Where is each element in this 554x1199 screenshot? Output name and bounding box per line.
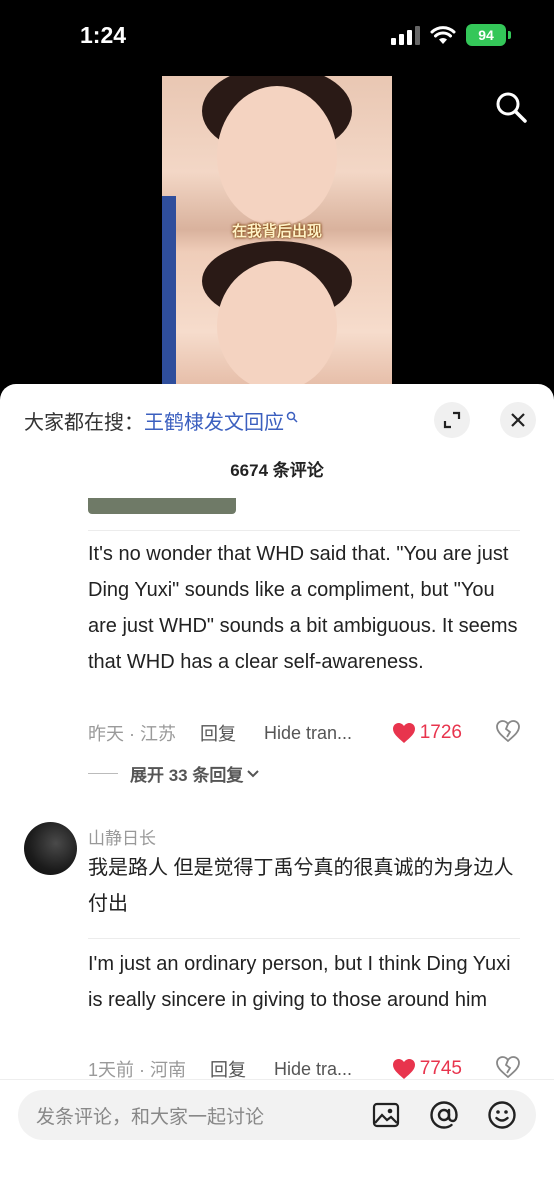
comment-input-bar: 发条评论，和大家一起讨论 [0, 1079, 554, 1199]
comment-count: 6674 条评论 [230, 461, 324, 480]
comment-meta: 昨天 · 江苏 回复 Hide tran... 1726 [88, 718, 520, 748]
expand-replies-label: 展开 33 条回复 [130, 766, 244, 785]
dislike-button[interactable] [496, 719, 520, 747]
like-count: 1726 [419, 722, 462, 743]
heart-icon [392, 1059, 415, 1079]
hot-search-prefix: 大家都在搜： [24, 412, 144, 434]
video-area[interactable]: 在我背后出现 [0, 70, 554, 396]
comment-input[interactable]: 发条评论，和大家一起讨论 [18, 1090, 536, 1140]
wifi-icon [430, 26, 456, 44]
comment-image[interactable] [88, 498, 236, 514]
comment-time-location: 1天前 · 河南 [88, 1060, 187, 1079]
reply-button[interactable]: 回复 [210, 1056, 246, 1079]
search-icon [286, 411, 298, 423]
image-button[interactable] [370, 1099, 402, 1131]
video-thumbnail[interactable]: 在我背后出现 [162, 76, 392, 396]
expand-replies-button[interactable]: 展开 33 条回复 [88, 761, 260, 786]
status-time: 1:24 [80, 22, 127, 48]
like-count: 7745 [419, 1058, 462, 1079]
divider [88, 938, 520, 939]
expand-button[interactable] [434, 402, 470, 438]
cellular-signal-icon [391, 25, 420, 45]
comments-sheet: 大家都在搜： 王鹤棣发文回应 6674 条评论 It's no wonder t… [0, 384, 554, 1199]
dislike-button[interactable] [496, 1055, 520, 1080]
at-icon [430, 1101, 458, 1129]
heart-icon [392, 723, 415, 743]
expand-icon [443, 411, 461, 429]
search-icon[interactable] [494, 90, 528, 124]
like-button[interactable]: 1726 [392, 722, 462, 744]
status-icons: 94 [391, 24, 511, 46]
avatar[interactable] [24, 822, 77, 875]
comment-list[interactable]: It's no wonder that WHD said that. "You … [0, 494, 554, 1079]
broken-heart-icon [496, 719, 520, 742]
reply-button[interactable]: 回复 [200, 720, 236, 746]
comment-text-translated: I'm just an ordinary person, but I think… [88, 953, 511, 1011]
like-button[interactable]: 7745 [392, 1058, 462, 1079]
hot-search[interactable]: 大家都在搜： 王鹤棣发文回应 [24, 406, 298, 435]
emoji-button[interactable] [486, 1099, 518, 1131]
comment-text-original: 我是路人 但是觉得丁禹兮真的很真诚的为身边人付出 [88, 857, 514, 915]
emoji-icon [488, 1101, 516, 1129]
divider [88, 530, 520, 531]
mention-button[interactable] [428, 1099, 460, 1131]
comment-meta: 1天前 · 河南 回复 Hide tra... 7745 [88, 1054, 520, 1079]
battery-icon: 94 [466, 24, 511, 46]
chevron-down-icon [247, 769, 260, 777]
close-button[interactable] [500, 402, 536, 438]
hot-search-term[interactable]: 王鹤棣发文回应 [144, 406, 284, 435]
comment-time-location: 昨天 · 江苏 [88, 724, 176, 744]
image-icon [372, 1102, 400, 1128]
hide-translation-button[interactable]: Hide tra... [274, 1059, 352, 1080]
comment-input-placeholder[interactable]: 发条评论，和大家一起讨论 [36, 1102, 370, 1129]
video-caption: 在我背后出现 [231, 223, 322, 240]
broken-heart-icon [496, 1055, 520, 1078]
hide-translation-button[interactable]: Hide tran... [264, 723, 352, 744]
comment-text: It's no wonder that WHD said that. "You … [88, 543, 518, 673]
sheet-header: 大家都在搜： 王鹤棣发文回应 6674 条评论 [0, 384, 554, 484]
comment-username[interactable]: 山静日长 [88, 824, 156, 849]
status-bar: 1:24 94 [0, 0, 554, 70]
close-icon [511, 413, 525, 427]
